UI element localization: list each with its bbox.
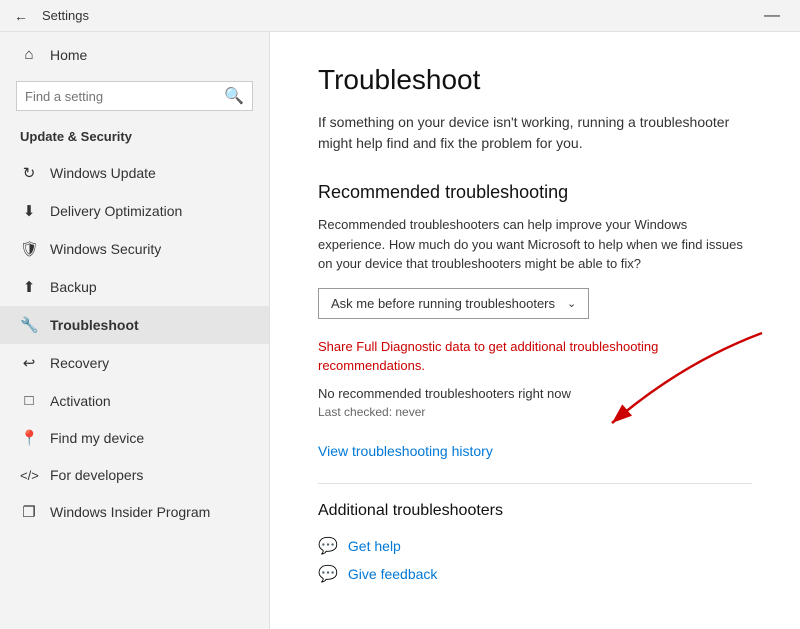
sidebar-item-delivery-optimization[interactable]: ⬇ Delivery Optimization bbox=[0, 192, 269, 230]
chevron-down-icon: ⌄ bbox=[567, 297, 576, 310]
sidebar-label-troubleshoot: Troubleshoot bbox=[50, 317, 139, 333]
last-checked-text: Last checked: never bbox=[318, 405, 752, 419]
home-label: Home bbox=[50, 47, 87, 63]
get-help-link[interactable]: Get help bbox=[348, 538, 401, 554]
additional-title: Additional troubleshooters bbox=[318, 502, 752, 520]
give-feedback-icon: 💬 bbox=[318, 564, 338, 584]
sidebar-label-recovery: Recovery bbox=[50, 355, 109, 371]
sidebar-label-windows-insider: Windows Insider Program bbox=[50, 504, 210, 520]
content-area: Troubleshoot If something on your device… bbox=[270, 32, 800, 629]
windows-update-icon: ↻ bbox=[20, 164, 38, 182]
diagnostic-link[interactable]: Share Full Diagnostic data to get additi… bbox=[318, 337, 752, 376]
sidebar-item-windows-update[interactable]: ↻ Windows Update bbox=[0, 154, 269, 192]
recommended-title: Recommended troubleshooting bbox=[318, 182, 752, 203]
sidebar-item-activation[interactable]: □ Activation bbox=[0, 382, 269, 419]
search-input[interactable] bbox=[25, 89, 224, 104]
minimize-button[interactable]: — bbox=[752, 0, 792, 32]
app-title: Settings bbox=[42, 8, 89, 23]
sidebar-label-windows-update: Windows Update bbox=[50, 165, 156, 181]
sidebar-item-windows-security[interactable]: 🛡 Windows Security bbox=[0, 230, 269, 268]
for-developers-icon: </> bbox=[20, 468, 38, 483]
get-help-icon: 💬 bbox=[318, 536, 338, 556]
sidebar-item-troubleshoot[interactable]: 🔧 Troubleshoot bbox=[0, 306, 269, 344]
no-troubleshooters-text: No recommended troubleshooters right now bbox=[318, 386, 752, 401]
recommended-desc: Recommended troubleshooters can help imp… bbox=[318, 215, 752, 274]
main-layout: ⌂ Home 🔍 Update & Security ↻ Windows Upd… bbox=[0, 32, 800, 629]
search-icon: 🔍 bbox=[224, 86, 244, 106]
sidebar-label-for-developers: For developers bbox=[50, 467, 143, 483]
give-feedback-item: 💬 Give feedback bbox=[318, 564, 752, 584]
sidebar-label-activation: Activation bbox=[50, 393, 111, 409]
backup-icon: ⬆ bbox=[20, 278, 38, 296]
sidebar-item-home[interactable]: ⌂ Home bbox=[0, 32, 269, 77]
sidebar-item-backup[interactable]: ⬆ Backup bbox=[0, 268, 269, 306]
sidebar-label-delivery-optimization: Delivery Optimization bbox=[50, 203, 182, 219]
sidebar-item-windows-insider[interactable]: ❐ Windows Insider Program bbox=[0, 493, 269, 531]
sidebar-label-find-my-device: Find my device bbox=[50, 430, 144, 446]
activation-icon: □ bbox=[20, 392, 38, 409]
search-box[interactable]: 🔍 bbox=[16, 81, 253, 111]
dropdown-label: Ask me before running troubleshooters bbox=[331, 296, 555, 311]
troubleshoot-icon: 🔧 bbox=[20, 316, 38, 334]
back-button[interactable]: ← bbox=[8, 4, 34, 28]
sidebar-section-title: Update & Security bbox=[0, 123, 269, 154]
sidebar-item-recovery[interactable]: ↩ Recovery bbox=[0, 344, 269, 382]
sidebar-label-backup: Backup bbox=[50, 279, 97, 295]
get-help-item: 💬 Get help bbox=[318, 536, 752, 556]
sidebar-item-find-my-device[interactable]: 📍 Find my device bbox=[0, 419, 269, 457]
sidebar-item-for-developers[interactable]: </> For developers bbox=[0, 457, 269, 493]
title-bar: ← Settings — bbox=[0, 0, 800, 32]
give-feedback-link[interactable]: Give feedback bbox=[348, 566, 438, 582]
history-link-container: View troubleshooting history bbox=[318, 443, 752, 459]
view-history-link[interactable]: View troubleshooting history bbox=[318, 443, 752, 459]
recovery-icon: ↩ bbox=[20, 354, 38, 372]
page-title: Troubleshoot bbox=[318, 64, 752, 96]
delivery-optimization-icon: ⬇ bbox=[20, 202, 38, 220]
home-icon: ⌂ bbox=[20, 46, 38, 63]
sidebar: ⌂ Home 🔍 Update & Security ↻ Windows Upd… bbox=[0, 32, 270, 629]
divider bbox=[318, 483, 752, 484]
page-subtitle: If something on your device isn't workin… bbox=[318, 112, 752, 154]
troubleshooter-dropdown[interactable]: Ask me before running troubleshooters ⌄ bbox=[318, 288, 589, 319]
windows-security-icon: 🛡 bbox=[20, 240, 38, 258]
sidebar-label-windows-security: Windows Security bbox=[50, 241, 161, 257]
windows-insider-icon: ❐ bbox=[20, 503, 38, 521]
find-my-device-icon: 📍 bbox=[20, 429, 38, 447]
